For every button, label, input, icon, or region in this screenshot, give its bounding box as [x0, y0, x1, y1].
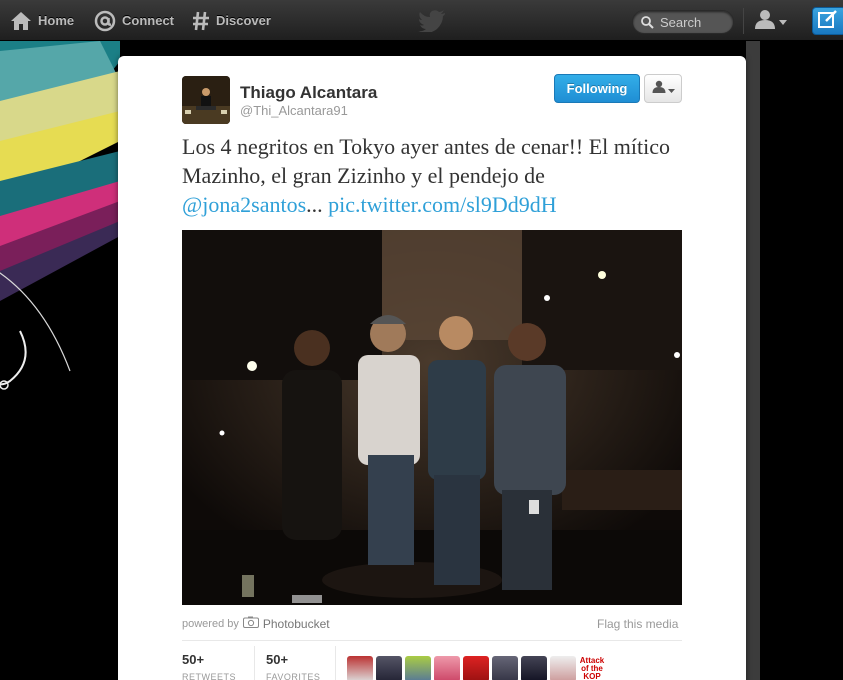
favoriter-avatar[interactable] [492, 656, 518, 680]
nav-home[interactable]: Home [10, 0, 74, 41]
nav-divider [743, 8, 744, 34]
compose-icon [818, 9, 838, 33]
nav-home-label: Home [38, 13, 75, 28]
tweet-photo[interactable] [182, 230, 682, 605]
caret-down-icon [667, 80, 675, 98]
account-menu-button[interactable] [754, 9, 794, 33]
favoriter-avatar[interactable] [347, 656, 373, 680]
right-background [760, 41, 843, 680]
pic-link[interactable]: pic.twitter.com/sl9Dd9dH [328, 192, 557, 217]
favoriter-avatar[interactable] [405, 656, 431, 680]
nav-discover[interactable]: Discover [192, 0, 271, 41]
camera-icon [242, 616, 259, 631]
favoriter-avatar[interactable] [376, 656, 402, 680]
favoriter-avatar[interactable] [463, 656, 489, 680]
following-button[interactable]: Following [554, 74, 640, 103]
favorites-count: 50+ [266, 652, 289, 667]
twitter-bird-icon[interactable] [418, 10, 446, 37]
at-icon [94, 10, 116, 32]
favoriter-avatar[interactable] [521, 656, 547, 680]
avatar[interactable] [182, 76, 230, 124]
nav-connect-label: Connect [122, 13, 174, 28]
caret-down-icon [779, 12, 787, 30]
user-handle[interactable]: @Thi_Alcantara91 [240, 103, 348, 118]
mention-link[interactable]: @jona2santos [182, 192, 306, 217]
user-display-name[interactable]: Thiago Alcantara [240, 83, 377, 103]
powered-by-label: powered by [182, 617, 239, 630]
top-nav-bar: Home Connect Discover Search [0, 0, 843, 41]
favoriter-avatar[interactable]: Attack of the KOP [579, 656, 605, 680]
search-icon [641, 15, 654, 29]
user-icon [754, 9, 776, 34]
stat-separator [254, 646, 255, 680]
photobucket-link[interactable]: Photobucket [263, 617, 330, 631]
nav-connect[interactable]: Connect [94, 0, 174, 41]
tweet-text: Los 4 negritos en Tokyo ayer antes de ce… [182, 132, 672, 219]
hash-icon [192, 11, 210, 31]
flag-media-link[interactable]: Flag this media [597, 617, 678, 631]
favoriters-avatars: Attack of the KOP [347, 656, 605, 680]
compose-tweet-button[interactable] [812, 7, 843, 35]
tweet-card: Thiago Alcantara @Thi_Alcantara91 Follow… [118, 56, 746, 680]
powered-by: powered by Photobucket [182, 616, 330, 631]
favorites-label: FAVORITES [266, 672, 321, 680]
stat-separator [335, 646, 336, 680]
search-input[interactable]: Search [632, 10, 734, 34]
stats-divider [182, 640, 682, 641]
retweets-count: 50+ [182, 652, 205, 667]
tweet-ellipsis: ... [306, 192, 329, 217]
user-actions-dropdown[interactable] [644, 74, 682, 103]
tweet-body: Los 4 negritos en Tokyo ayer antes de ce… [182, 134, 671, 188]
nav-discover-label: Discover [216, 13, 271, 28]
favoriter-avatar[interactable] [434, 656, 460, 680]
retweets-stat[interactable]: 50+ RETWEETS [182, 652, 236, 680]
favorites-stat[interactable]: 50+ FAVORITES [266, 652, 320, 680]
favoriter-avatar[interactable] [550, 656, 576, 680]
retweets-label: RETWEETS [182, 672, 237, 680]
profile-background-art [0, 41, 120, 680]
search-placeholder: Search [660, 14, 702, 30]
home-icon [10, 11, 32, 31]
user-icon [652, 80, 666, 98]
